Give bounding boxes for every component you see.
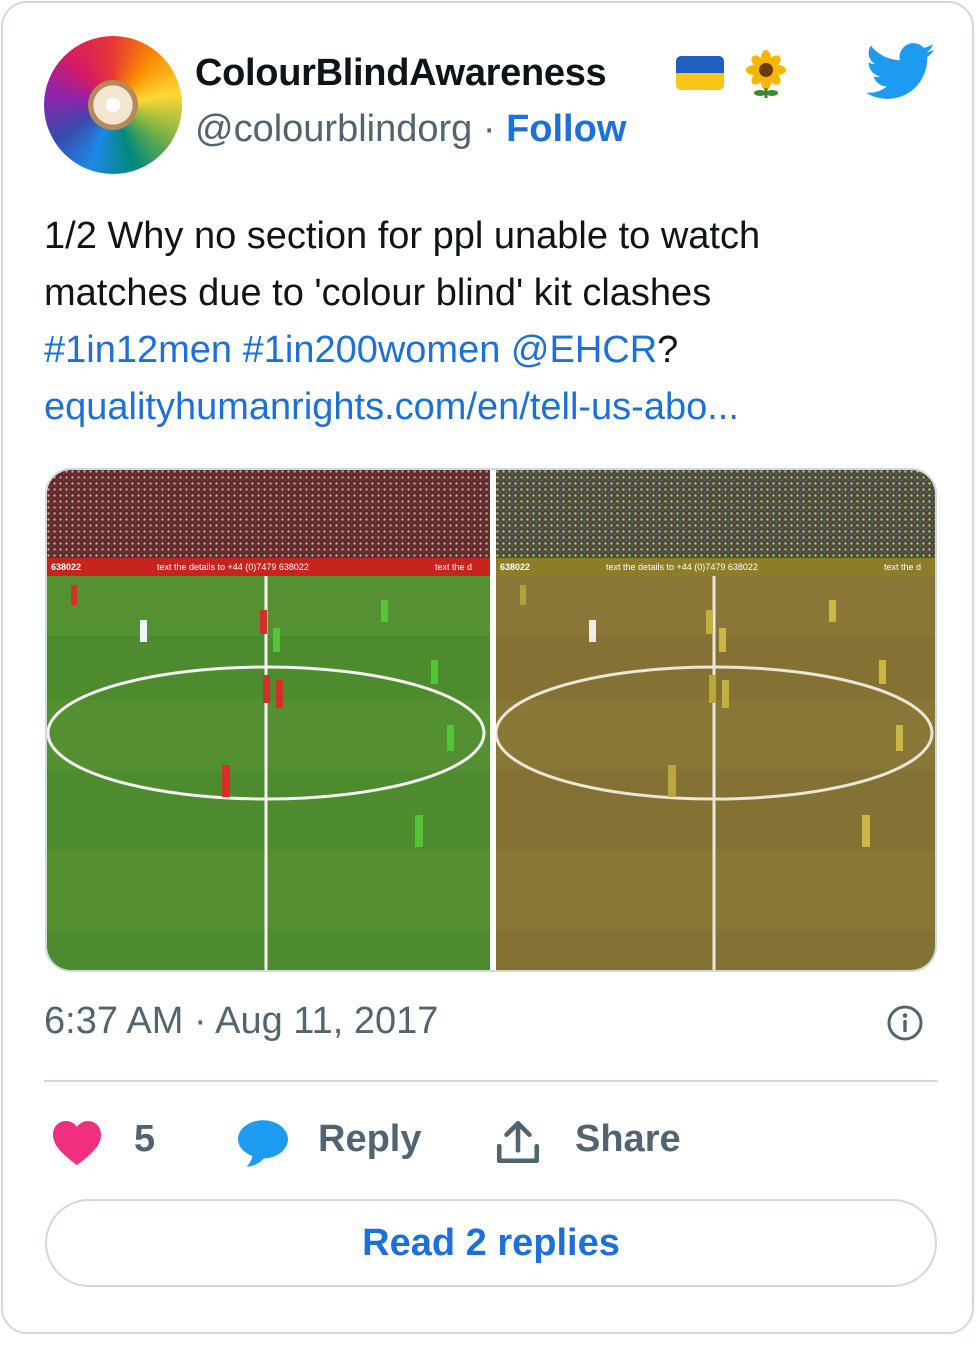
colored-pencils-avatar-icon	[88, 80, 138, 130]
follow-button[interactable]: Follow	[506, 108, 626, 150]
handle[interactable]: @colourblindorg	[195, 108, 472, 150]
separator-dot: ·	[482, 108, 496, 150]
tweet-line-1: 1/2 Why no section for ppl unable to wat…	[44, 215, 761, 257]
display-name[interactable]: ColourBlindAwareness	[195, 52, 607, 95]
ad-banner-text-right-b: text the details to +44 (0)7479 638022	[606, 562, 758, 572]
mention-ehcr[interactable]: @EHCR	[511, 329, 657, 371]
handle-row: @colourblindorg · Follow	[195, 108, 626, 151]
share-icon[interactable]	[493, 1116, 543, 1168]
tweet-timestamp[interactable]: 6:37 AM · Aug 11, 2017	[44, 1000, 438, 1043]
like-count[interactable]: 5	[134, 1118, 155, 1161]
tweet-line-3: #1in12men #1in200women @EHCR?	[44, 322, 924, 379]
divider	[44, 1080, 938, 1082]
question-mark: ?	[657, 329, 679, 371]
ukraine-flag-icon	[676, 56, 724, 90]
tweet-line-2: matches due to 'colour blind' kit clashe…	[44, 272, 712, 314]
media-image[interactable]: 638022 text the details to +44 (0)7479 6…	[45, 468, 937, 972]
reply-bubble-icon[interactable]	[234, 1118, 292, 1168]
sunflower-icon	[746, 50, 786, 98]
ad-banner-text-left-b: text the details to +44 (0)7479 638022	[157, 562, 309, 572]
read-replies-label: Read 2 replies	[362, 1221, 620, 1264]
ad-banner-text-left-c: text the d	[435, 562, 472, 572]
tweet-text: 1/2 Why no section for ppl unable to wat…	[44, 208, 924, 436]
reply-button[interactable]: Reply	[318, 1118, 421, 1161]
football-pitch-photo-normal: 638022 text the details to +44 (0)7479 6…	[47, 470, 490, 970]
hashtag-1in200women[interactable]: #1in200women	[243, 329, 501, 371]
ad-banner-text-left-a: 638022	[51, 562, 81, 572]
hashtag-1in12men[interactable]: #1in12men	[44, 329, 232, 371]
tweet-url-link[interactable]: equalityhumanrights.com/en/tell-us-abo..…	[44, 379, 924, 436]
ad-banner-text-right-c: text the d	[884, 562, 921, 572]
ad-banner-text-right-a: 638022	[500, 562, 530, 572]
avatar[interactable]	[44, 36, 182, 174]
read-replies-button[interactable]: Read 2 replies	[45, 1199, 937, 1287]
heart-icon[interactable]	[50, 1118, 104, 1166]
football-pitch-photo-colourblind: 638022 text the details to +44 (0)7479 6…	[496, 470, 935, 970]
twitter-bird-icon[interactable]	[866, 42, 936, 102]
info-icon[interactable]	[885, 1003, 925, 1043]
share-button[interactable]: Share	[575, 1118, 681, 1161]
